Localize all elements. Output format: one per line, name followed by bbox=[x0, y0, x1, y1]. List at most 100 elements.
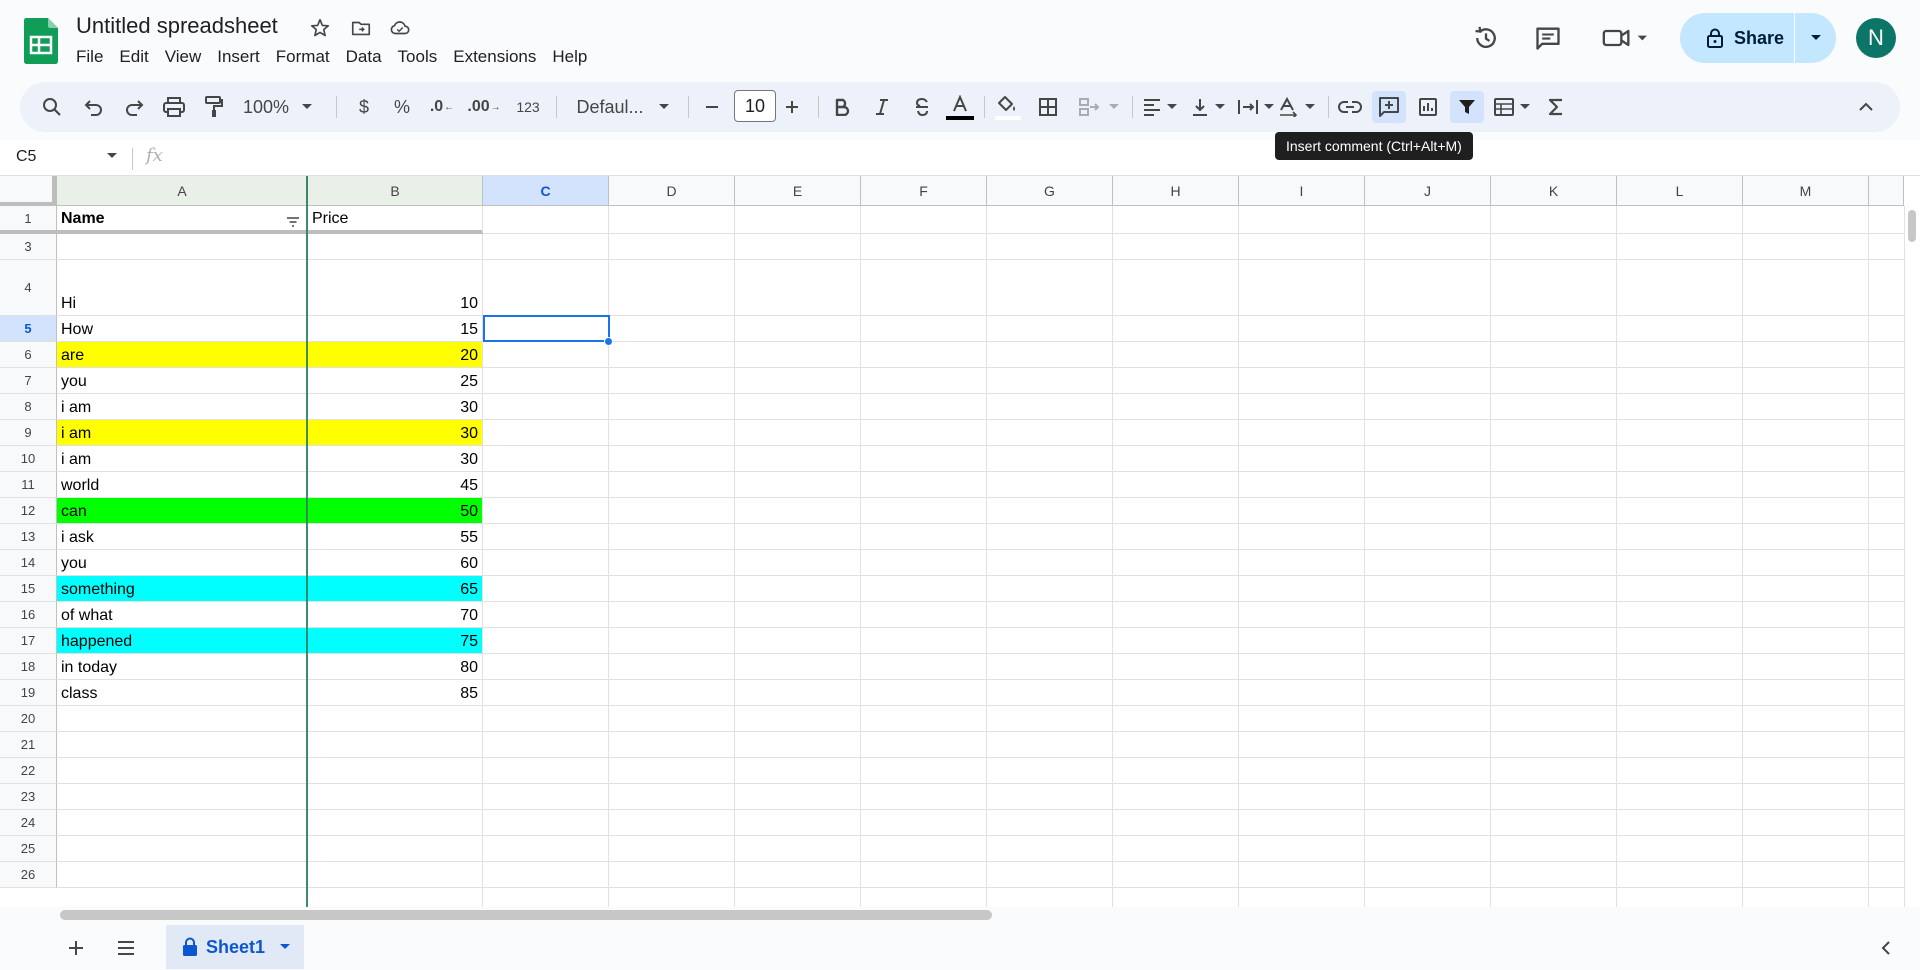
strikethrough-icon[interactable] bbox=[906, 91, 938, 123]
cell-a14[interactable]: you bbox=[57, 550, 308, 576]
vertical-scrollbar-thumb[interactable] bbox=[1908, 210, 1916, 242]
menu-format[interactable]: Format bbox=[268, 45, 338, 69]
row-header-7[interactable]: 7 bbox=[0, 368, 57, 394]
account-avatar[interactable]: N bbox=[1856, 18, 1896, 58]
formula-input[interactable] bbox=[180, 144, 1880, 172]
column-header-c[interactable]: C bbox=[483, 176, 609, 206]
cell-b4[interactable]: 10 bbox=[308, 260, 483, 316]
menu-data[interactable]: Data bbox=[338, 45, 390, 69]
star-icon[interactable] bbox=[308, 16, 332, 40]
menu-edit[interactable]: Edit bbox=[111, 45, 156, 69]
cell-b12[interactable]: 50 bbox=[308, 498, 483, 524]
side-panel-chevron-left-icon[interactable] bbox=[1868, 930, 1904, 966]
filter-icon[interactable] bbox=[1450, 91, 1484, 123]
font-family-select[interactable]: Defaul... bbox=[568, 91, 678, 123]
column-header-m[interactable]: M bbox=[1743, 176, 1869, 206]
row-header-20[interactable]: 20 bbox=[0, 706, 57, 732]
share-dropdown-button[interactable] bbox=[1795, 13, 1836, 63]
version-history-icon[interactable] bbox=[1468, 20, 1504, 56]
cell-b9[interactable]: 30 bbox=[308, 420, 483, 446]
functions-sigma-icon[interactable] bbox=[1540, 91, 1572, 123]
cell-b14[interactable]: 60 bbox=[308, 550, 483, 576]
cell-a9[interactable]: i am bbox=[57, 420, 308, 446]
cell-a8[interactable]: i am bbox=[57, 394, 308, 420]
menu-view[interactable]: View bbox=[157, 45, 210, 69]
add-sheet-icon[interactable] bbox=[58, 930, 94, 966]
cell-b3[interactable] bbox=[308, 234, 483, 260]
more-formats-button[interactable]: 123 bbox=[510, 91, 546, 123]
row-header-18[interactable]: 18 bbox=[0, 654, 57, 680]
paint-format-icon[interactable] bbox=[198, 91, 230, 123]
row-header-19[interactable]: 19 bbox=[0, 680, 57, 706]
cloud-saved-icon[interactable] bbox=[388, 16, 412, 40]
column-header-e[interactable]: E bbox=[735, 176, 861, 206]
cell-b18[interactable]: 80 bbox=[308, 654, 483, 680]
row-header-8[interactable]: 8 bbox=[0, 394, 57, 420]
row-header-3[interactable]: 3 bbox=[0, 234, 57, 260]
search-menus-icon[interactable] bbox=[36, 91, 68, 123]
cell-b13[interactable]: 55 bbox=[308, 524, 483, 550]
cell-a4[interactable]: Hi bbox=[57, 260, 308, 316]
sheets-logo-icon[interactable] bbox=[24, 18, 58, 64]
text-wrapping-icon[interactable] bbox=[1234, 91, 1278, 123]
insert-link-icon[interactable] bbox=[1334, 91, 1366, 123]
header-cell-price[interactable]: Price bbox=[308, 206, 483, 234]
decrease-font-size-icon[interactable] bbox=[696, 91, 728, 123]
insert-comment-icon[interactable] bbox=[1372, 91, 1406, 123]
column-header-i[interactable]: I bbox=[1239, 176, 1365, 206]
cell-b16[interactable]: 70 bbox=[308, 602, 483, 628]
name-box-chevron-down-icon[interactable] bbox=[106, 152, 118, 160]
name-box[interactable]: C5 bbox=[16, 148, 36, 166]
horizontal-scrollbar-thumb[interactable] bbox=[60, 910, 992, 920]
cell-a10[interactable]: i am bbox=[57, 446, 308, 472]
column-header-g[interactable]: G bbox=[987, 176, 1113, 206]
print-icon[interactable] bbox=[158, 91, 190, 123]
vertical-scrollbar[interactable] bbox=[1904, 206, 1920, 907]
cell-b15[interactable]: 65 bbox=[308, 576, 483, 602]
cell-a19[interactable]: class bbox=[57, 680, 308, 706]
cell-b5[interactable]: 15 bbox=[308, 316, 483, 342]
column-filter-icon[interactable] bbox=[286, 214, 300, 232]
cell-b17[interactable]: 75 bbox=[308, 628, 483, 654]
cell-b10[interactable]: 30 bbox=[308, 446, 483, 472]
column-header-j[interactable]: J bbox=[1365, 176, 1491, 206]
row-header-5[interactable]: 5 bbox=[0, 316, 57, 342]
row-header-21[interactable]: 21 bbox=[0, 732, 57, 758]
menu-file[interactable]: File bbox=[68, 45, 111, 69]
cell-a12[interactable]: can bbox=[57, 498, 308, 524]
increase-font-size-icon[interactable] bbox=[776, 91, 808, 123]
borders-icon[interactable] bbox=[1032, 91, 1064, 123]
cell-a6[interactable]: are bbox=[57, 342, 308, 368]
menu-insert[interactable]: Insert bbox=[209, 45, 268, 69]
spreadsheet-grid[interactable]: A B C D E F G H I J K L M 1 3 4 5 6 7 8 9 10 11 12 13 14 15 16 17 18 1… bbox=[0, 176, 1920, 907]
share-button[interactable]: Share bbox=[1680, 13, 1794, 63]
header-cell-name[interactable]: Name bbox=[57, 206, 308, 234]
filter-views-icon[interactable] bbox=[1488, 91, 1536, 123]
row-header-23[interactable]: 23 bbox=[0, 784, 57, 810]
text-color-icon[interactable] bbox=[942, 91, 978, 123]
sheet-tab-active[interactable]: Sheet1 bbox=[166, 925, 304, 969]
fill-color-icon[interactable] bbox=[992, 91, 1024, 123]
row-header-10[interactable]: 10 bbox=[0, 446, 57, 472]
row-header-16[interactable]: 16 bbox=[0, 602, 57, 628]
row-header-9[interactable]: 9 bbox=[0, 420, 57, 446]
cell-a13[interactable]: i ask bbox=[57, 524, 308, 550]
row-header-4[interactable]: 4 bbox=[0, 260, 57, 316]
column-header-b[interactable]: B bbox=[308, 176, 483, 206]
comments-icon[interactable] bbox=[1530, 20, 1566, 56]
row-header-17[interactable]: 17 bbox=[0, 628, 57, 654]
column-header-a[interactable]: A bbox=[57, 176, 308, 206]
percent-format-button[interactable]: % bbox=[388, 91, 416, 123]
increase-decimal-button[interactable]: .00 → bbox=[466, 91, 502, 123]
redo-icon[interactable] bbox=[118, 91, 150, 123]
font-size-input[interactable]: 10 bbox=[734, 90, 776, 122]
row-header-15[interactable]: 15 bbox=[0, 576, 57, 602]
row-header-14[interactable]: 14 bbox=[0, 550, 57, 576]
cell-b11[interactable]: 45 bbox=[308, 472, 483, 498]
cell-a17[interactable]: happened bbox=[57, 628, 308, 654]
menu-help[interactable]: Help bbox=[544, 45, 595, 69]
horizontal-scrollbar[interactable] bbox=[0, 907, 1920, 923]
active-cell-c5[interactable] bbox=[483, 315, 610, 342]
insert-chart-icon[interactable] bbox=[1412, 91, 1444, 123]
row-header-13[interactable]: 13 bbox=[0, 524, 57, 550]
